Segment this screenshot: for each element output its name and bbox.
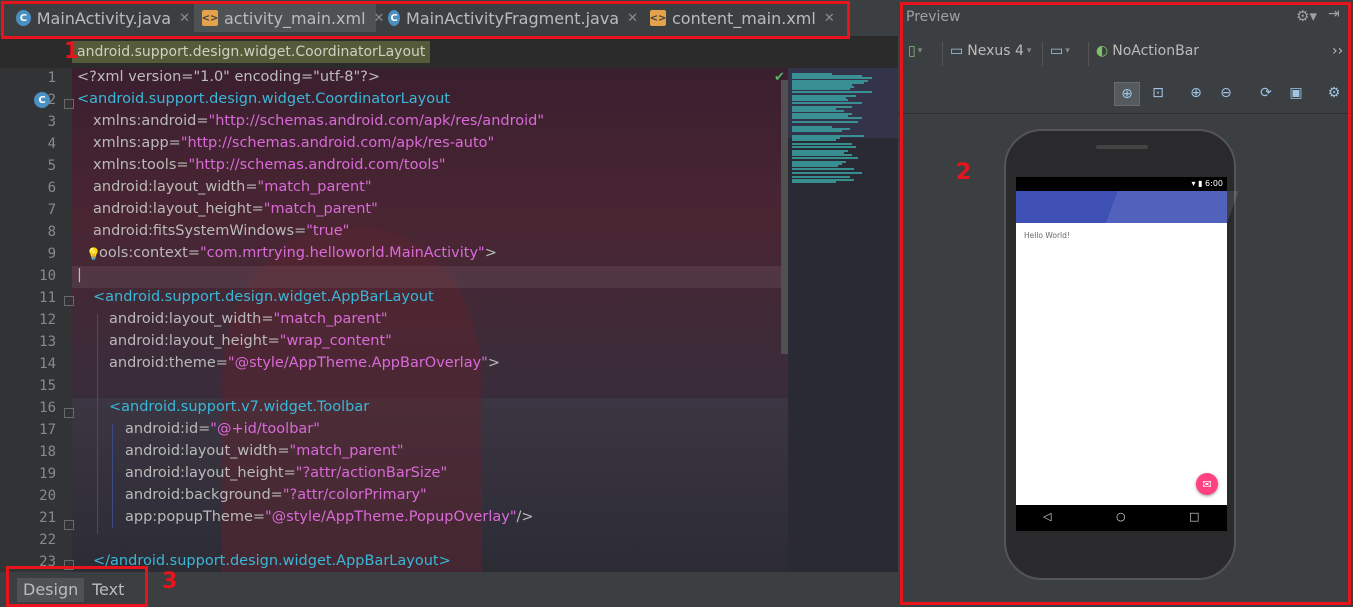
code-line-16[interactable]: <android.support.v7.widget.Toolbar (109, 399, 369, 415)
line-number: 10 (39, 268, 56, 284)
line-number: 8 (47, 224, 56, 240)
breadcrumb[interactable]: android.support.design.widget.Coordinato… (72, 41, 431, 63)
annotation-number-2: 2 (956, 160, 972, 185)
line-number: 20 (39, 488, 56, 504)
no-errors-check-icon: ✔ (774, 70, 785, 85)
minimap-line (792, 121, 858, 124)
line-number: 21 (39, 510, 56, 526)
line-number: 22 (39, 532, 56, 548)
line-number-gutter: 1 2 3 4 5 6 7 8 9 10 11 12 13 14 15 16 17 18 19 20 21 22 23 (0, 68, 72, 572)
class-gutter-icon[interactable]: C (34, 92, 50, 108)
code-line-14[interactable]: android:theme="@style/AppTheme.AppBarOve… (109, 355, 500, 371)
fold-marker-icon[interactable] (64, 520, 74, 530)
line-number: 18 (39, 444, 56, 460)
editor-scrollbar[interactable] (781, 80, 788, 354)
line-number: 9 (47, 246, 56, 262)
code-line-6[interactable]: android:layout_width="match_parent" (93, 179, 372, 195)
code-line-9[interactable]: ools:context="com.mrtrying.helloworld.Ma… (99, 245, 497, 261)
code-line-13[interactable]: android:layout_height="wrap_content" (109, 333, 392, 349)
line-number: 1 (47, 70, 56, 86)
minimap-line (792, 130, 842, 133)
code-line-21[interactable]: app:popupTheme="@style/AppTheme.PopupOve… (125, 509, 534, 525)
code-line-17[interactable]: android:id="@+id/toolbar" (125, 421, 320, 437)
minimap-line (792, 156, 858, 159)
minimap-line (792, 172, 862, 174)
code-line-12[interactable]: android:layout_width="match_parent" (109, 311, 388, 327)
minimap-line (792, 180, 836, 183)
code-line-20[interactable]: android:background="?attr/colorPrimary" (125, 487, 427, 503)
indent-guide (97, 314, 98, 534)
code-line-4[interactable]: xmlns:app="http://schemas.android.com/ap… (93, 135, 494, 151)
line-number: 14 (39, 356, 56, 372)
fold-marker-icon[interactable] (64, 99, 74, 109)
minimap-line (792, 145, 856, 148)
code-line-18[interactable]: android:layout_width="match_parent" (125, 443, 404, 459)
minimap-line (792, 101, 862, 104)
code-line-8[interactable]: android:fitsSystemWindows="true" (93, 223, 349, 239)
code-line-2[interactable]: <android.support.design.widget.Coordinat… (77, 91, 450, 107)
current-line-highlight (72, 266, 788, 288)
line-number: 15 (39, 378, 56, 394)
line-number: 12 (39, 312, 56, 328)
line-number: 13 (39, 334, 56, 350)
line-number: 16 (39, 400, 56, 416)
fold-marker-icon[interactable] (64, 296, 74, 306)
code-line-10-cursor[interactable]: | (77, 267, 82, 283)
minimap-line (792, 117, 862, 119)
minimap-line (792, 90, 872, 93)
line-number: 17 (39, 422, 56, 438)
code-line-5[interactable]: xmlns:tools="http://schemas.android.com/… (93, 157, 446, 173)
code-editor: C MainActivity.java ✕ <> activity_main.x… (0, 0, 898, 607)
annotation-number-3: 3 (162, 569, 178, 594)
annotation-number-1: 1 (64, 39, 80, 64)
line-number: 11 (39, 290, 56, 306)
annotation-box-preview (900, 2, 1351, 605)
code-line-19[interactable]: android:layout_height="?attr/actionBarSi… (125, 465, 447, 481)
annotation-box-mode-tabs (6, 566, 148, 607)
line-number: 3 (47, 114, 56, 130)
code-minimap[interactable] (788, 68, 898, 572)
minimap-line (792, 167, 854, 170)
code-line-11[interactable]: <android.support.design.widget.AppBarLay… (93, 289, 434, 305)
code-line-3[interactable]: xmlns:android="http://schemas.android.co… (93, 113, 544, 129)
code-line-1[interactable]: <?xml version="1.0" encoding="utf-8"?> (77, 69, 380, 85)
annotation-box-tabs (1, 1, 850, 39)
line-number: 7 (47, 202, 56, 218)
fold-marker-icon[interactable] (64, 408, 74, 418)
code-line-7[interactable]: android:layout_height="match_parent" (93, 201, 378, 217)
line-number: 4 (47, 136, 56, 152)
line-number: 5 (47, 158, 56, 174)
line-number: 19 (39, 466, 56, 482)
line-number: 6 (47, 180, 56, 196)
indent-guide (112, 424, 113, 528)
minimap-line (792, 139, 836, 141)
